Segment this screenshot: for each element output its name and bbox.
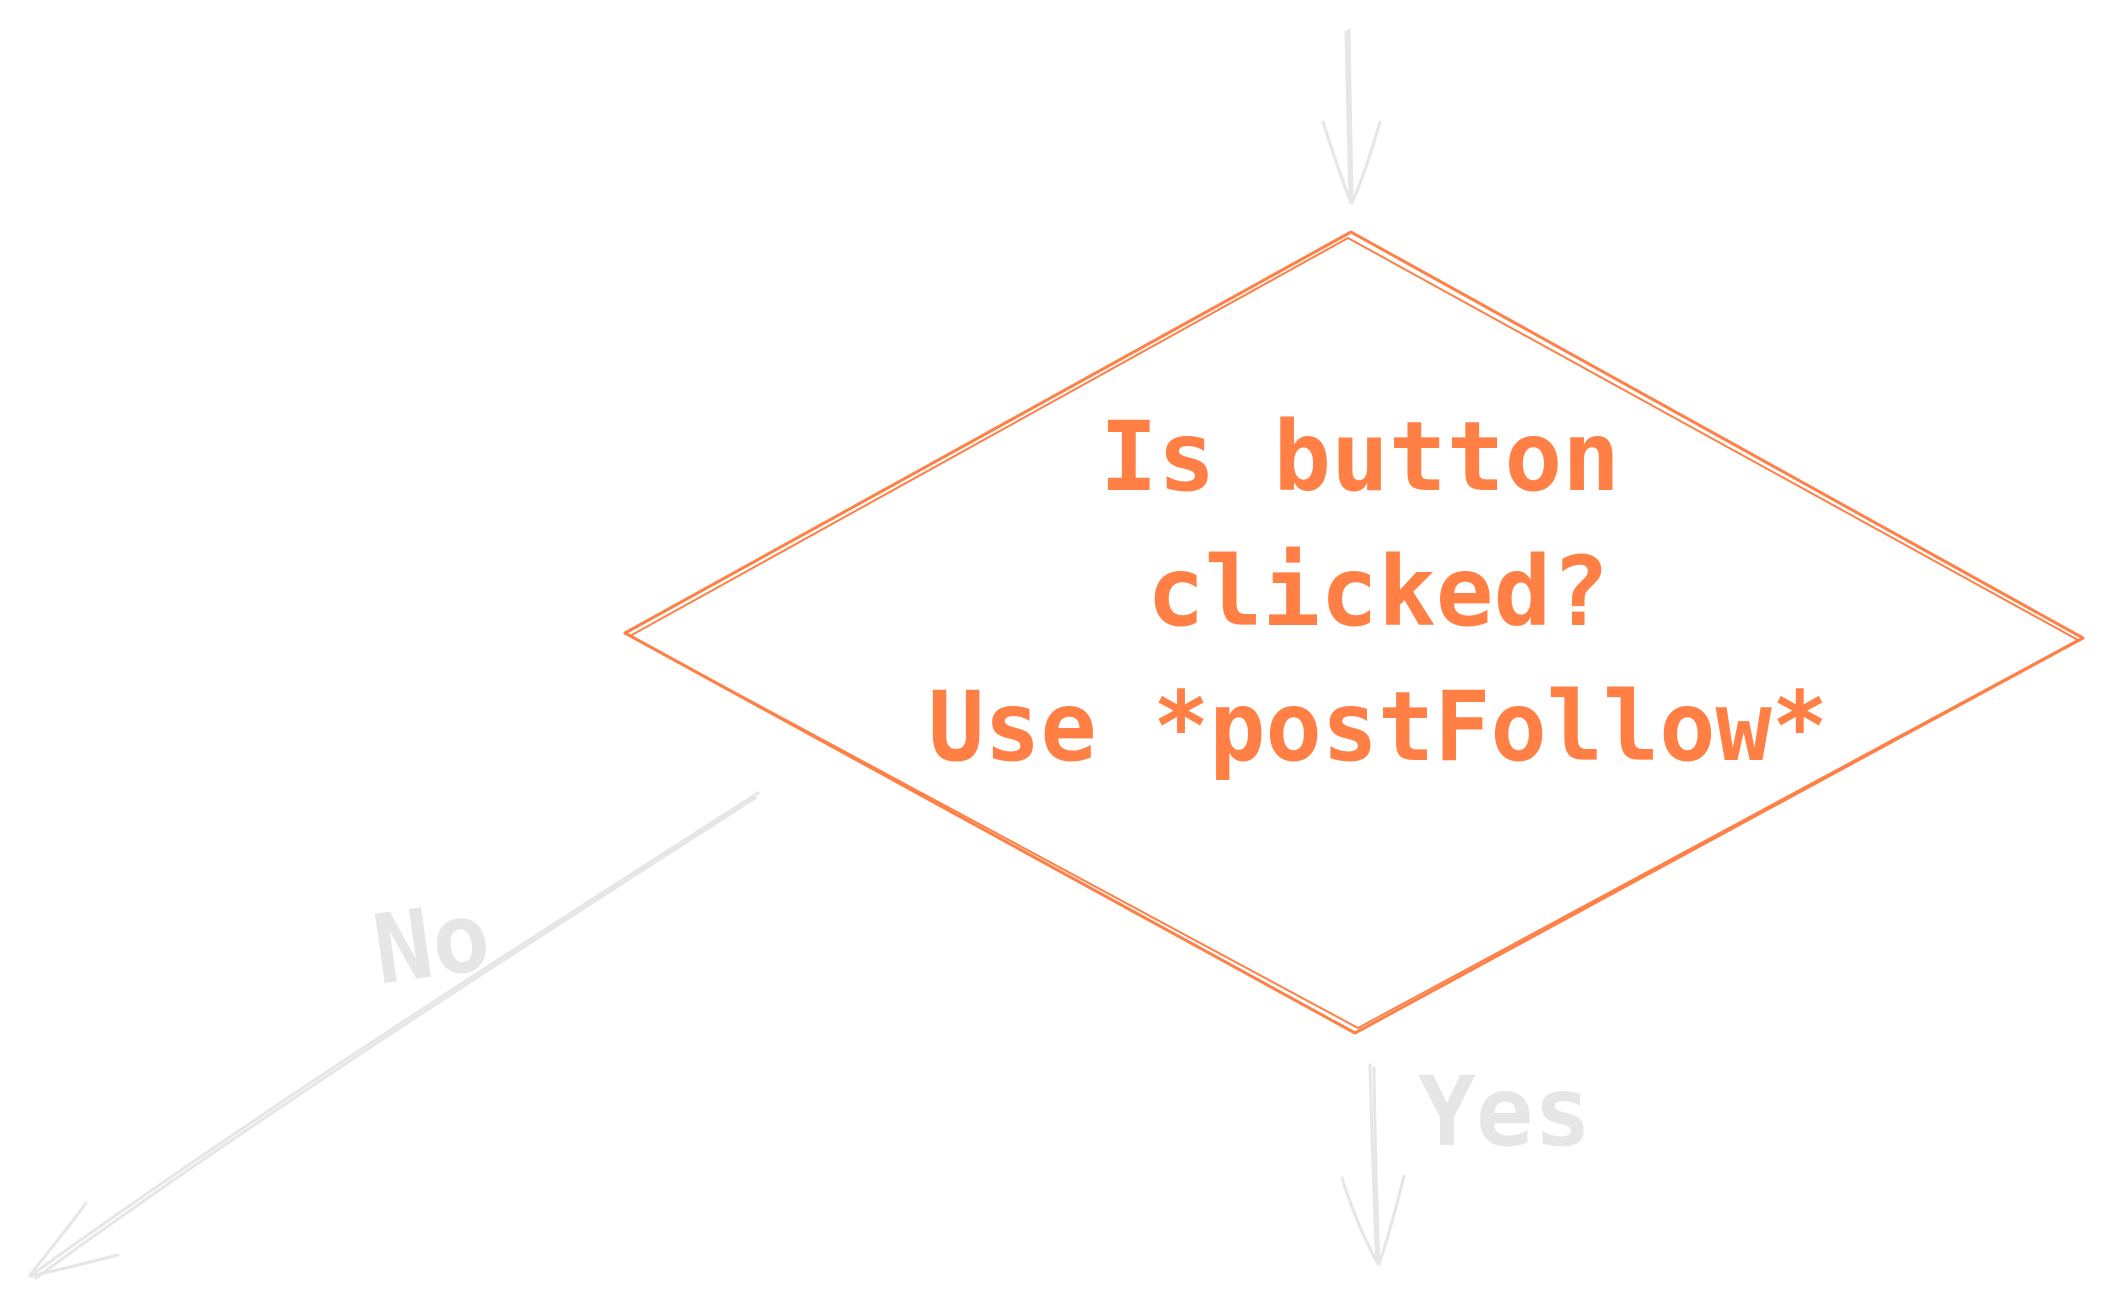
decision-line-1: Is button: [1100, 401, 1620, 513]
decision-line-2: clicked?: [1147, 536, 1609, 648]
no-branch-label: No: [367, 880, 497, 1007]
decision-text: Is button clicked? Use *postFollow*: [928, 401, 1828, 783]
yes-branch-label: Yes: [1418, 1056, 1591, 1168]
yes-branch-arrow: [1340, 1063, 1406, 1266]
no-branch-arrow: [28, 791, 760, 1280]
decision-line-3: Use *postFollow*: [928, 671, 1828, 783]
incoming-arrow: [1321, 28, 1382, 205]
flowchart-canvas: Is button clicked? Use *postFollow* No Y…: [28, 28, 2085, 1280]
